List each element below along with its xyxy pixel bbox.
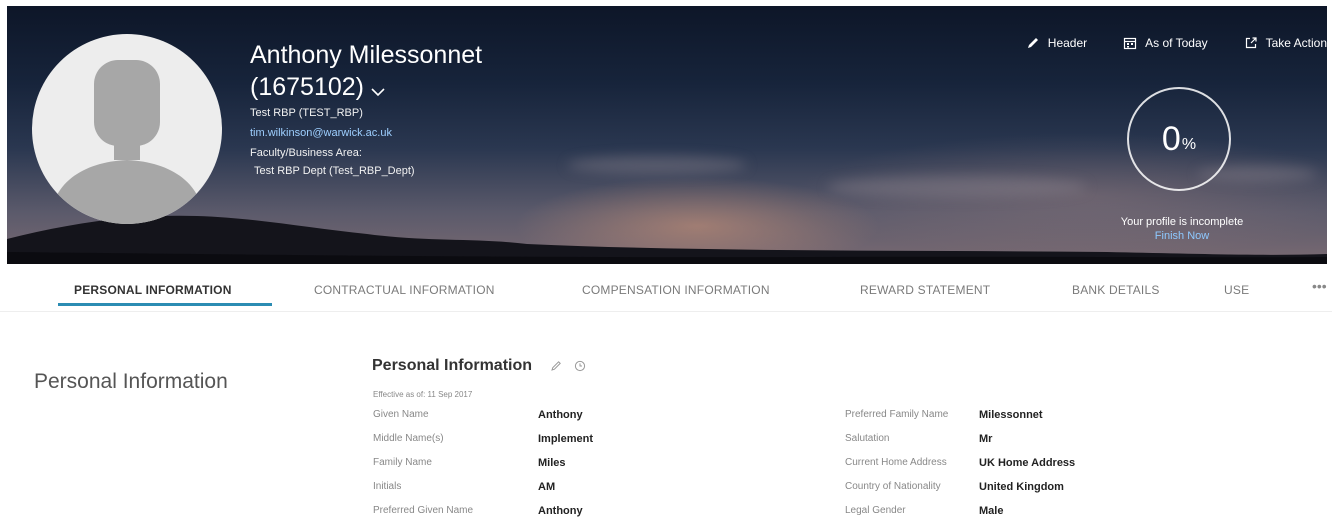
- employee-id-switcher[interactable]: (1675102): [250, 70, 482, 104]
- field-label: Preferred Given Name: [373, 505, 474, 516]
- field-value: AM: [538, 481, 556, 493]
- profile-header-banner: Anthony Milessonnet (1675102) Test RBP (…: [7, 6, 1327, 264]
- completion-unit: %: [1181, 136, 1197, 153]
- chevron-down-icon[interactable]: [370, 74, 386, 104]
- external-link-icon: [1244, 36, 1258, 50]
- effective-date: Effective as of: 11 Sep 2017: [373, 390, 473, 399]
- field-value: Anthony: [538, 505, 583, 517]
- field-value: Implement: [538, 433, 594, 445]
- card-title: Personal Information: [372, 357, 586, 375]
- banner-cloud: [567, 156, 747, 174]
- section-heading: Personal Information: [34, 370, 228, 393]
- active-tab-indicator: [58, 303, 272, 306]
- field-label: Legal Gender: [845, 505, 906, 516]
- header-edit-button[interactable]: Header: [1026, 36, 1087, 50]
- field-value: United Kingdom: [979, 481, 1064, 493]
- employee-name: Anthony Milessonnet: [250, 41, 483, 69]
- take-action-label: Take Action: [1265, 36, 1327, 50]
- field-value: Male: [979, 505, 1004, 517]
- card-title-text: Personal Information: [372, 357, 533, 374]
- finish-now-link[interactable]: Finish Now: [1092, 230, 1272, 242]
- pencil-icon[interactable]: [550, 360, 562, 372]
- field-label: Family Name: [373, 457, 432, 468]
- take-action-button[interactable]: Take Action: [1244, 36, 1327, 50]
- field-label: Initials: [373, 481, 402, 492]
- profile-completion-ring: 0 %: [1127, 87, 1231, 191]
- person-silhouette-icon: [50, 60, 204, 224]
- calendar-icon: [1123, 36, 1137, 50]
- as-of-today-button[interactable]: As of Today: [1123, 36, 1208, 50]
- avatar[interactable]: [32, 34, 222, 224]
- profile-tabs: PERSONAL INFORMATION CONTRACTUAL INFORMA…: [0, 264, 1332, 312]
- employee-id: (1675102): [250, 73, 364, 101]
- employee-email-link[interactable]: tim.wilkinson@warwick.ac.uk: [250, 122, 482, 144]
- employee-role: Test RBP (TEST_RBP): [250, 107, 363, 119]
- field-value: Mr: [979, 433, 993, 445]
- field-label: Preferred Family Name: [845, 409, 949, 420]
- field-value: Milessonnet: [979, 409, 1043, 421]
- tab-use[interactable]: USE: [1224, 283, 1249, 297]
- profile-identity: Anthony Milessonnet (1675102) Test RBP (…: [250, 40, 482, 180]
- field-value: UK Home Address: [979, 457, 1076, 469]
- tab-bank-details[interactable]: BANK DETAILS: [1072, 283, 1160, 297]
- completion-value: 0: [1161, 119, 1181, 158]
- field-label: Salutation: [845, 433, 890, 444]
- tab-personal-information[interactable]: PERSONAL INFORMATION: [74, 283, 232, 297]
- field-label: Middle Name(s): [373, 433, 444, 444]
- history-clock-icon[interactable]: [574, 360, 586, 372]
- as-of-today-label: As of Today: [1145, 36, 1208, 50]
- business-area-label: Faculty/Business Area:: [250, 147, 362, 159]
- field-value: Anthony: [538, 409, 583, 421]
- field-label: Given Name: [373, 409, 429, 420]
- business-area-value: Test RBP Dept (Test_RBP_Dept): [254, 165, 415, 177]
- field-label: Country of Nationality: [845, 481, 941, 492]
- field-value: Miles: [538, 457, 566, 469]
- tab-contractual-information[interactable]: CONTRACTUAL INFORMATION: [314, 283, 495, 297]
- pencil-icon: [1026, 36, 1040, 50]
- tab-compensation-information[interactable]: COMPENSATION INFORMATION: [582, 283, 770, 297]
- header-edit-label: Header: [1047, 36, 1088, 50]
- more-tabs-button[interactable]: •••: [1312, 278, 1327, 294]
- tab-reward-statement[interactable]: REWARD STATEMENT: [860, 283, 990, 297]
- field-label: Current Home Address: [845, 457, 947, 468]
- profile-incomplete-message: Your profile is incomplete: [1120, 216, 1244, 228]
- header-actions: Header As of Today Take Action: [990, 36, 1327, 50]
